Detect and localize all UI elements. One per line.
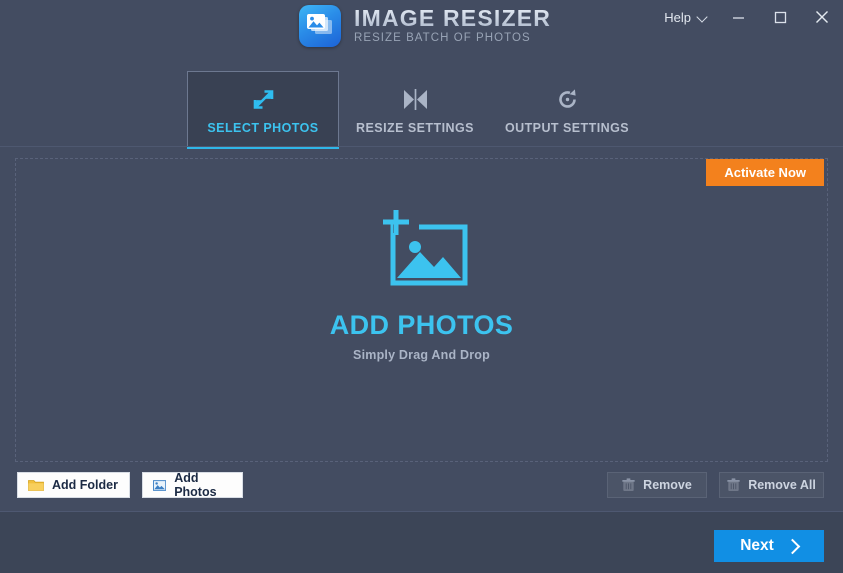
- footer-bar: Next: [0, 511, 843, 573]
- tab-label: RESIZE SETTINGS: [356, 120, 474, 135]
- tab-list: SELECT PHOTOS RESIZE SETTINGS OUTPUT SET…: [187, 71, 643, 149]
- folder-icon: [28, 479, 44, 491]
- chevron-down-icon: [698, 12, 708, 22]
- remove-all-label: Remove All: [748, 478, 816, 492]
- add-folder-label: Add Folder: [52, 478, 118, 492]
- add-photo-frame-icon: [376, 207, 468, 292]
- next-button[interactable]: Next: [714, 530, 824, 562]
- drop-zone-title: ADD PHOTOS: [329, 310, 514, 340]
- remove-button[interactable]: Remove: [607, 472, 707, 498]
- help-menu-label: Help: [664, 9, 691, 25]
- trash-icon: [727, 478, 740, 491]
- trash-icon: [622, 478, 635, 491]
- resize-compress-icon: [402, 84, 429, 112]
- remove-all-button[interactable]: Remove All: [719, 472, 824, 498]
- minimize-button[interactable]: [717, 0, 759, 34]
- close-button[interactable]: [801, 0, 843, 34]
- drop-zone-subtitle: Simply Drag And Drop: [353, 348, 490, 362]
- chevron-right-icon: [784, 538, 801, 554]
- close-icon: [816, 11, 828, 23]
- title-bar: Help IMAGE RESIZER RESIZE BATCH OF PHOTO…: [0, 0, 843, 58]
- image-resizer-app-icon: [299, 5, 341, 47]
- remove-label: Remove: [643, 478, 692, 492]
- add-photos-label: Add Photos: [174, 471, 217, 499]
- help-menu-button[interactable]: Help: [655, 6, 717, 29]
- photo-drop-zone[interactable]: ADD PHOTOS Simply Drag And Drop: [15, 158, 828, 462]
- action-row: Add Folder Add Photos Remove Remove All: [0, 471, 843, 499]
- rotate-refresh-icon: [555, 84, 580, 112]
- maximize-button[interactable]: [759, 0, 801, 34]
- app-subtitle: RESIZE BATCH OF PHOTOS: [354, 32, 531, 44]
- window-controls: Help: [655, 0, 843, 34]
- expand-arrows-icon: [251, 84, 276, 112]
- tab-output-settings[interactable]: OUTPUT SETTINGS: [491, 71, 643, 147]
- add-folder-button[interactable]: Add Folder: [17, 472, 130, 498]
- app-title: IMAGE RESIZER: [354, 5, 552, 31]
- photo-icon: [153, 479, 167, 491]
- maximize-icon: [774, 11, 786, 23]
- minimize-icon: [732, 16, 744, 19]
- drop-zone-content: ADD PHOTOS Simply Drag And Drop: [16, 207, 827, 362]
- brand-text: IMAGE RESIZER RESIZE BATCH OF PHOTOS: [354, 6, 551, 46]
- tab-select-photos[interactable]: SELECT PHOTOS: [187, 71, 339, 149]
- tab-label: SELECT PHOTOS: [207, 121, 319, 135]
- add-photos-button[interactable]: Add Photos: [142, 471, 243, 499]
- image-resizer-window: Help IMAGE RESIZER RESIZE BATCH OF PHOTO…: [0, 0, 843, 573]
- tab-bar: SELECT PHOTOS RESIZE SETTINGS OUTPUT SET…: [0, 58, 843, 186]
- tab-label: OUTPUT SETTINGS: [504, 120, 630, 135]
- tab-resize-settings[interactable]: RESIZE SETTINGS: [339, 71, 491, 147]
- brand: IMAGE RESIZER RESIZE BATCH OF PHOTOS: [299, 5, 551, 47]
- next-label: Next: [740, 537, 774, 554]
